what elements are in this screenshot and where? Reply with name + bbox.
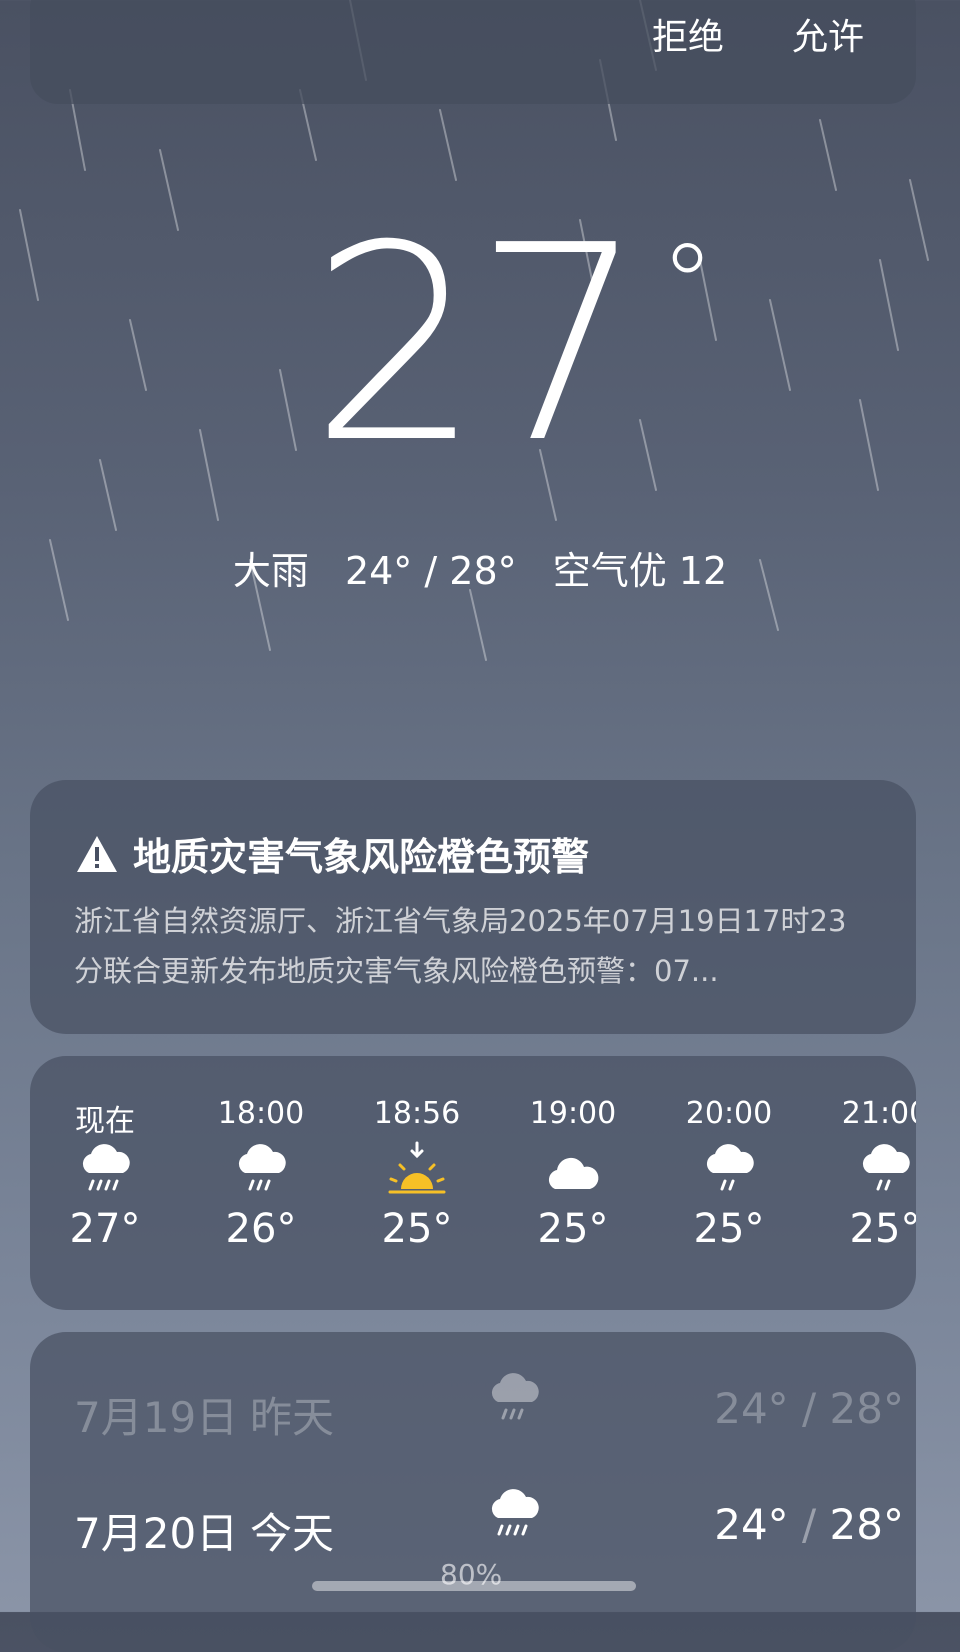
warning-title-row: 地质灾害气象风险橙色预警 [75,826,589,881]
sunset-icon [362,1136,472,1206]
deny-button[interactable]: 拒绝 [652,8,724,60]
day-temp-separator: / [802,1384,817,1433]
day-temps: 24° / 28° [714,1500,904,1549]
daily-row-today[interactable]: 7月20日 今天 24° / 28° [74,1489,904,1560]
day-date: 7月19日 [74,1393,239,1442]
hour-temp: 27° [69,1206,141,1252]
day-low: 24° [714,1384,789,1433]
day-temps: 24° / 28° [714,1384,904,1433]
rain-cloud-icon [674,1136,784,1206]
day-high: 28° [829,1500,904,1549]
current-summary: 大雨 24° / 28° 空气优 12 [0,540,960,595]
daily-row-yesterday[interactable]: 7月19日 昨天 24° / 28° [74,1373,904,1444]
hourly-item[interactable]: 19:00 25° [518,1096,628,1252]
allow-button[interactable]: 允许 [792,8,864,60]
hourly-forecast-card[interactable]: 现在 27° 18:00 26° 18:56 25° 19:00 25° 20:… [30,1056,916,1310]
temperature-range: 24° / 28° [344,549,517,593]
day-high: 28° [829,1384,904,1433]
hour-temp: 25° [849,1206,916,1252]
rain-cloud-icon [484,1370,544,1440]
warning-card[interactable]: 地质灾害气象风险橙色预警 浙江省自然资源厅、浙江省气象局2025年07月19日1… [30,780,916,1034]
condition-label: 大雨 [232,549,309,593]
air-quality[interactable]: 空气优 12 [553,549,727,593]
hourly-item[interactable]: 18:00 26° [206,1096,316,1252]
warning-title: 地质灾害气象风险橙色预警 [133,835,590,879]
current-temperature: 27 [310,187,646,502]
hour-temp: 25° [537,1206,609,1252]
cloud-icon [518,1136,628,1206]
hourly-item[interactable]: 现在 27° [50,1096,160,1252]
day-name: 今天 [250,1509,335,1558]
rain-cloud-icon [830,1136,916,1206]
day-name: 昨天 [250,1393,335,1442]
hour-time: 现在 [75,1104,135,1139]
hour-temp: 26° [225,1206,297,1252]
heavy-rain-icon [484,1486,544,1556]
permission-banner: 拒绝 允许 [30,0,916,104]
hour-temp: 25° [381,1206,453,1252]
day-date: 7月20日 [74,1509,239,1558]
hour-time: 20:00 [685,1096,773,1131]
degree-symbol: ° [660,220,715,348]
hour-time: 19:00 [529,1096,617,1131]
hourly-item[interactable]: 21:00 25° [830,1096,916,1252]
hour-time: 18:56 [373,1096,461,1131]
rain-cloud-icon [206,1136,316,1206]
warning-icon [77,835,117,872]
hour-temp: 25° [693,1206,765,1252]
home-indicator[interactable] [312,1581,636,1591]
hour-time: 18:00 [217,1096,305,1131]
hourly-item[interactable]: 18:56 25° [362,1096,472,1252]
warning-body: 浙江省自然资源厅、浙江省气象局2025年07月19日17时23分联合更新发布地质… [74,904,847,988]
day-low: 24° [714,1500,789,1549]
daily-forecast-card[interactable]: 7月19日 昨天 24° / 28° 7月20日 今天 24° / 28° [30,1332,916,1652]
hour-time: 21:00 [841,1096,916,1131]
day-temp-separator: / [802,1500,817,1549]
hourly-item[interactable]: 20:00 25° [674,1096,784,1252]
rain-cloud-icon [50,1136,160,1206]
